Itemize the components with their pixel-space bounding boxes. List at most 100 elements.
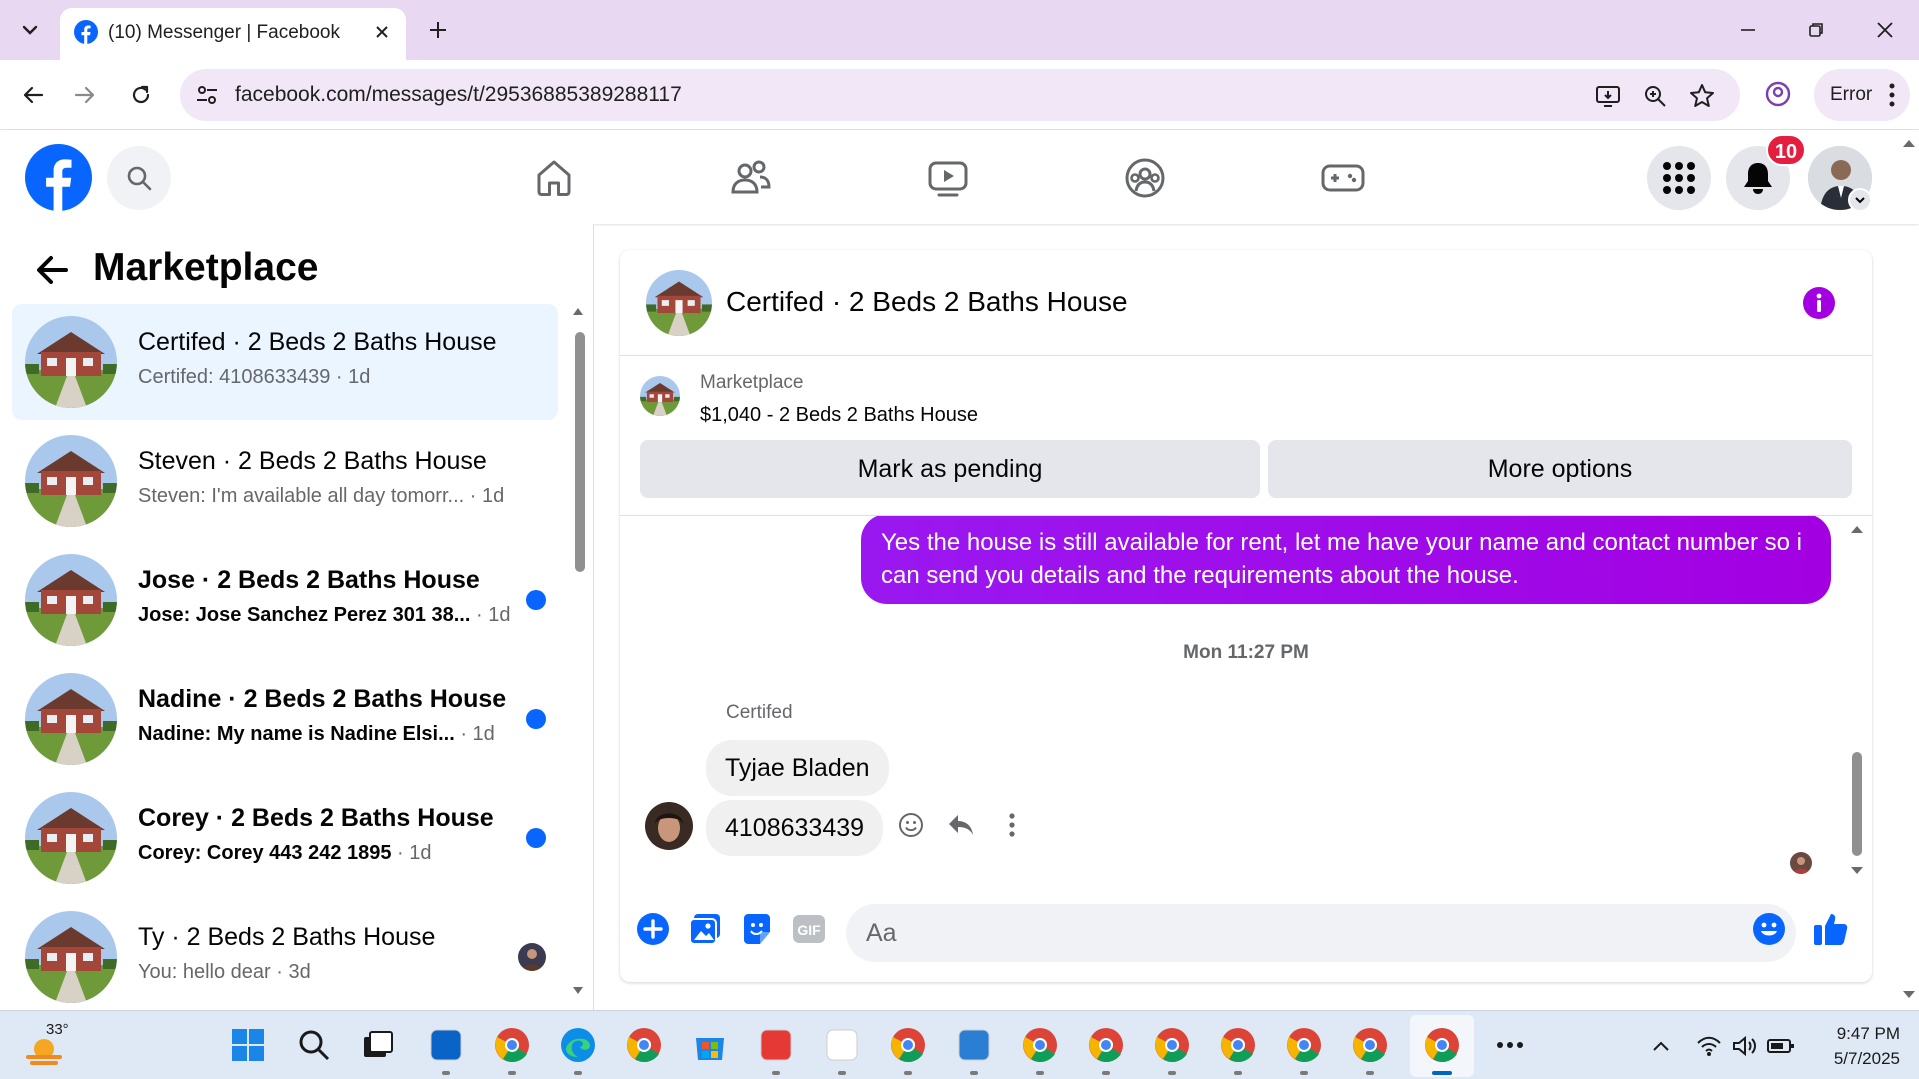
incoming-message[interactable]: Tyjae Bladen: [706, 740, 889, 796]
running-indicator: [1432, 1071, 1452, 1075]
back-to-chats-button[interactable]: [30, 248, 74, 292]
chrome-profile-app[interactable]: [1420, 1023, 1464, 1075]
preview-time: · 1d: [464, 485, 505, 507]
sticker-button[interactable]: [738, 910, 776, 948]
nav-groups[interactable]: [1117, 150, 1173, 206]
task-view-button[interactable]: [356, 1023, 400, 1067]
info-icon[interactable]: [1802, 286, 1836, 320]
install-app-button[interactable]: [1593, 81, 1623, 111]
chrome-profile-app[interactable]: [1018, 1023, 1062, 1075]
site-settings-icon[interactable]: [194, 82, 220, 108]
back-button[interactable]: [12, 74, 54, 116]
facebook-logo-icon[interactable]: [25, 144, 92, 211]
more-options-button[interactable]: More options: [1268, 440, 1852, 498]
message-more-button[interactable]: [995, 808, 1029, 842]
tab-title: (10) Messenger | Facebook: [108, 22, 340, 43]
chrome-profile-app[interactable]: [886, 1023, 930, 1075]
incoming-message[interactable]: 4108633439: [706, 800, 884, 856]
wifi-status[interactable]: [1694, 1031, 1724, 1061]
page-scrollbar[interactable]: [1900, 130, 1919, 1010]
friends-icon: [731, 160, 771, 194]
scroll-down-arrow-icon[interactable]: [1850, 866, 1864, 876]
sender-avatar[interactable]: [645, 802, 693, 850]
scroll-up-arrow-icon[interactable]: [572, 306, 584, 316]
facebook-search-button[interactable]: [107, 146, 171, 210]
chrome-app[interactable]: [622, 1023, 666, 1067]
outgoing-message[interactable]: Yes the house is still available for ren…: [861, 516, 1831, 604]
like-button[interactable]: [1812, 910, 1850, 948]
more-apps-button[interactable]: [1488, 1023, 1532, 1067]
new-tab-button[interactable]: [420, 12, 456, 48]
scroll-up-arrow-icon[interactable]: [1850, 524, 1864, 534]
battery-icon: [1767, 1039, 1794, 1053]
nav-gaming[interactable]: [1315, 150, 1371, 206]
reload-button[interactable]: [120, 74, 162, 116]
nav-home[interactable]: [526, 150, 582, 206]
system-clock[interactable]: 9:47 PM 5/7/2025: [1800, 1021, 1900, 1071]
scroll-up-arrow-icon[interactable]: [1902, 138, 1916, 148]
chat-title[interactable]: Certifed · 2 Beds 2 Baths House: [726, 286, 1128, 318]
weather-widget[interactable]: 33°: [24, 1019, 84, 1071]
browser-tab-bar: (10) Messenger | Facebook: [0, 0, 1919, 60]
battery-status[interactable]: [1766, 1031, 1796, 1061]
url-text[interactable]: facebook.com/messages/t/2953688538928811…: [235, 83, 682, 107]
conversation-item[interactable]: Corey · 2 Beds 2 Baths House Corey: Corey…: [12, 780, 558, 896]
search-button[interactable]: [292, 1023, 336, 1067]
show-hidden-icons-button[interactable]: [1646, 1031, 1676, 1061]
conversation-item[interactable]: Certifed · 2 Beds 2 Baths House Certifed:…: [12, 304, 558, 420]
wps-app[interactable]: [754, 1023, 798, 1075]
listing-thumbnail[interactable]: [640, 376, 680, 416]
mark-as-pending-button[interactable]: Mark as pending: [640, 440, 1260, 498]
scroll-down-arrow-icon[interactable]: [1902, 990, 1916, 1000]
more-actions-button[interactable]: [634, 910, 672, 948]
react-button[interactable]: [894, 808, 928, 842]
bookmark-button[interactable]: [1687, 81, 1717, 111]
account-menu-button[interactable]: [1848, 188, 1872, 212]
sidebar-scroll-thumb[interactable]: [575, 332, 585, 572]
chrome-app[interactable]: [490, 1023, 534, 1075]
chrome-profile-app[interactable]: [1282, 1023, 1326, 1075]
stocks-app[interactable]: [820, 1023, 864, 1075]
minimize-button[interactable]: [1725, 12, 1771, 48]
gif-button[interactable]: GIF: [790, 910, 828, 948]
listing-title[interactable]: $1,040 - 2 Beds 2 Baths House: [700, 404, 978, 427]
reply-button[interactable]: [944, 808, 978, 842]
edge-app[interactable]: [556, 1023, 600, 1075]
tab-search-button[interactable]: [10, 12, 50, 48]
notepad-app[interactable]: [952, 1023, 996, 1075]
chat-scroll-thumb[interactable]: [1852, 752, 1862, 856]
outlook-app[interactable]: [424, 1023, 468, 1075]
address-bar[interactable]: facebook.com/messages/t/2953688538928811…: [180, 69, 1740, 121]
conversation-preview: Certifed: 4108633439 · 1d: [138, 366, 370, 389]
chrome-profile-app[interactable]: [1216, 1023, 1260, 1075]
forward-button[interactable]: [64, 74, 106, 116]
scroll-down-arrow-icon[interactable]: [572, 986, 584, 996]
conversation-item[interactable]: Jose · 2 Beds 2 Baths House Jose: Jose Sa…: [12, 542, 558, 658]
conversation-item[interactable]: Ty · 2 Beds 2 Baths House You: hello dear…: [12, 899, 558, 1004]
nav-watch[interactable]: [920, 150, 976, 206]
chat-avatar[interactable]: [646, 270, 712, 336]
browser-error-menu-button[interactable]: Error: [1814, 69, 1910, 121]
nav-friends[interactable]: [723, 150, 779, 206]
chrome-profile-app[interactable]: [1150, 1023, 1194, 1075]
attach-media-button[interactable]: [686, 910, 724, 948]
search-icon: [299, 1030, 330, 1061]
conversation-item[interactable]: Steven · 2 Beds 2 Baths House Steven: I'm…: [12, 423, 558, 539]
browser-tab-messenger[interactable]: (10) Messenger | Facebook: [60, 8, 406, 60]
message-input[interactable]: [846, 904, 1796, 962]
tab-close-button[interactable]: [368, 18, 396, 46]
close-window-button[interactable]: [1862, 12, 1908, 48]
browser-profile-button[interactable]: [1756, 72, 1800, 116]
chrome-icon: [1023, 1028, 1057, 1062]
conversation-item[interactable]: Nadine · 2 Beds 2 Baths House Nadine: My …: [12, 661, 558, 777]
chrome-profile-app[interactable]: [1348, 1023, 1392, 1075]
chrome-icon: [1425, 1028, 1459, 1062]
chrome-profile-app[interactable]: [1084, 1023, 1128, 1075]
emoji-button[interactable]: [1750, 910, 1788, 948]
store-app[interactable]: [688, 1023, 732, 1067]
zoom-button[interactable]: [1640, 81, 1670, 111]
menu-button[interactable]: [1647, 146, 1711, 210]
restore-button[interactable]: [1793, 12, 1839, 48]
volume-status[interactable]: [1730, 1031, 1760, 1061]
start-button[interactable]: [226, 1023, 270, 1067]
